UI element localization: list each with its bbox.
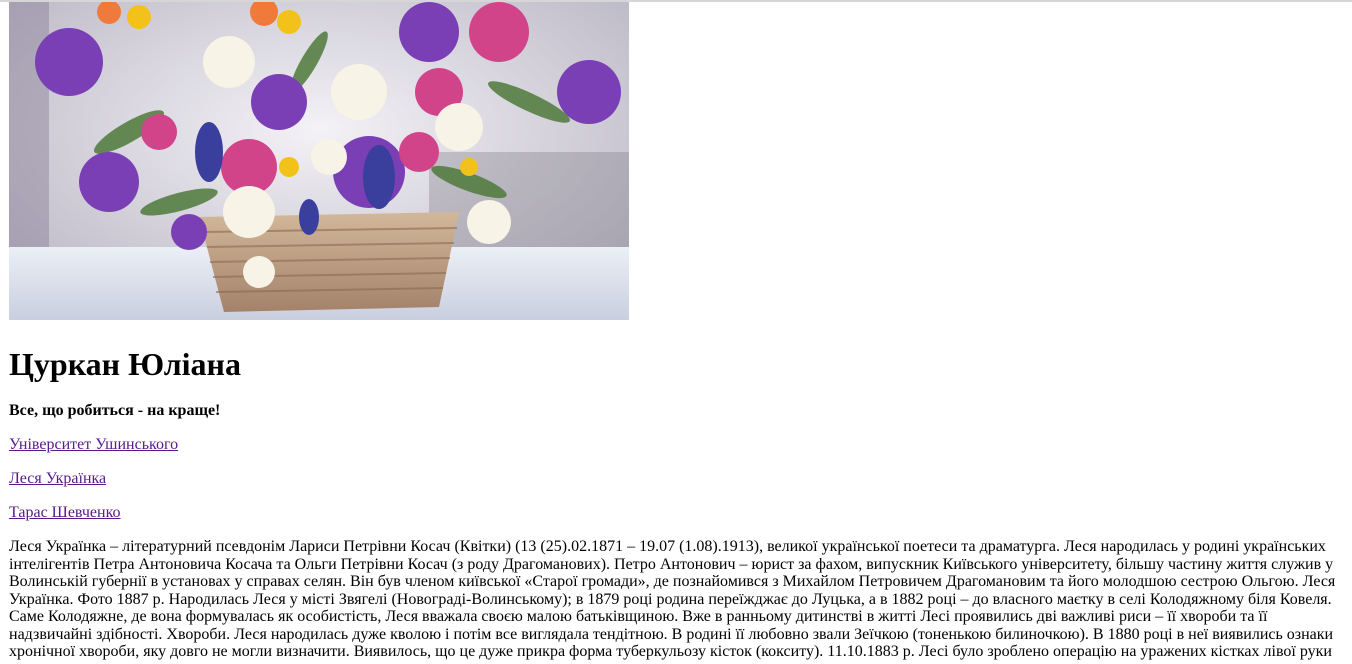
link-paragraph-lesya: Леся Українка bbox=[9, 470, 1339, 488]
link-lesya-ukrainka[interactable]: Леся Українка bbox=[9, 470, 106, 487]
page-title: Цуркан Юліана bbox=[9, 346, 241, 382]
flower-basket-photo bbox=[9, 2, 629, 320]
flower-basket-image bbox=[9, 2, 629, 320]
link-university[interactable]: Університет Ушинського bbox=[9, 436, 178, 453]
link-paragraph-shevchenko: Тарас Шевченко bbox=[9, 504, 1339, 522]
motto-text: Все, що робиться - на краще! bbox=[9, 402, 221, 419]
biography-text: Леся Українка – літературний псевдонім Л… bbox=[9, 538, 1336, 660]
link-paragraph-university: Університет Ушинського bbox=[9, 436, 1339, 454]
page-content: Цуркан Юліана Все, що робиться - на кращ… bbox=[9, 2, 1339, 661]
link-taras-shevchenko[interactable]: Тарас Шевченко bbox=[9, 504, 121, 521]
